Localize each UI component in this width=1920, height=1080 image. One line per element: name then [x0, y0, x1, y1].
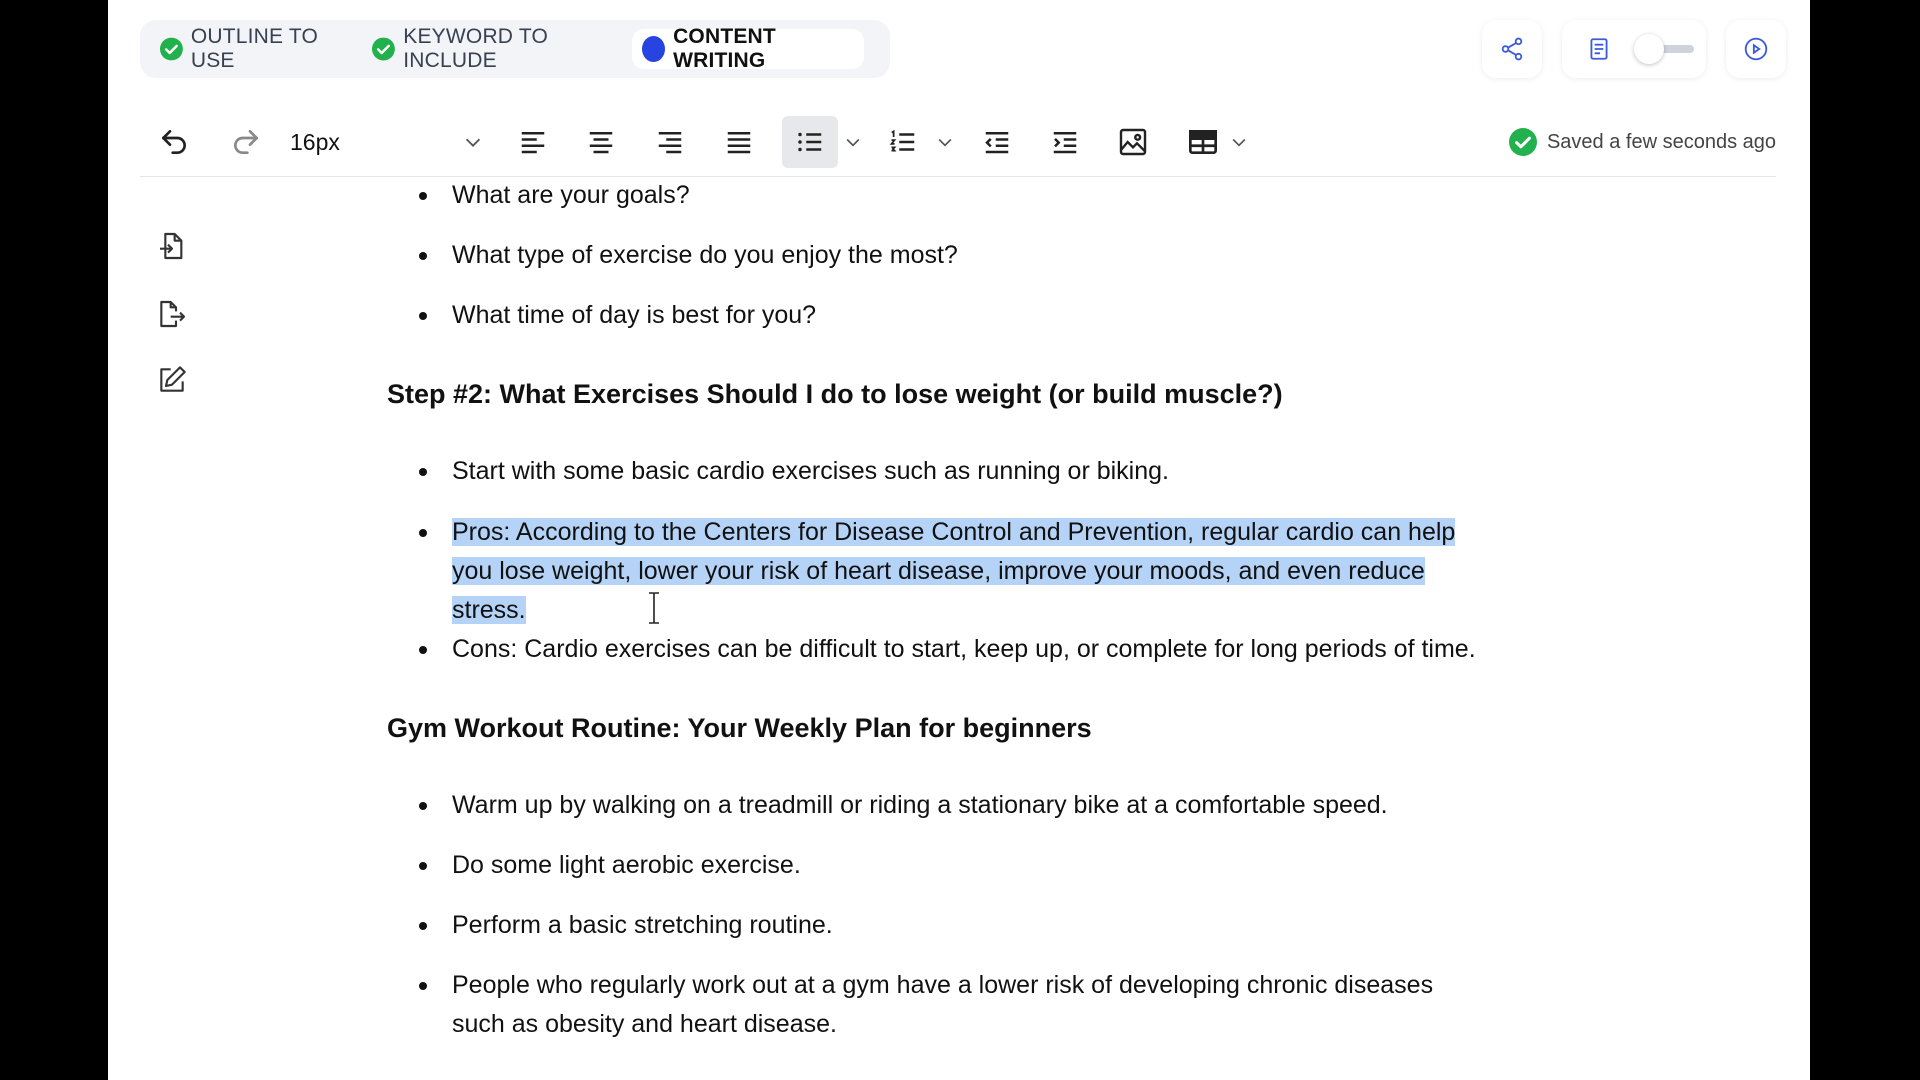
bullet: [419, 802, 427, 810]
list-item: What time of day is best for you?: [387, 296, 1587, 335]
import-icon[interactable]: [156, 230, 188, 262]
check-circle-icon: [1508, 128, 1537, 156]
list-item: What type of exercise do you enjoy the m…: [387, 236, 1587, 275]
view-toggle[interactable]: [1634, 34, 1694, 64]
chevron-down-icon: [938, 138, 952, 147]
font-size-value: 16px: [290, 128, 340, 155]
section-heading: Step #2: What Exercises Should I do to l…: [387, 379, 1283, 409]
align-right-button[interactable]: [647, 116, 693, 168]
formatting-toolbar: 16px Saved a few seconds ago: [140, 112, 1776, 177]
bullet: [419, 529, 427, 537]
step-content-writing[interactable]: CONTENT WRITING: [632, 25, 864, 72]
share-icon: [1501, 37, 1523, 61]
step-label: KEYWORD TO INCLUDE: [403, 25, 549, 72]
check-circle-icon: [160, 37, 183, 61]
list-item: Warm up by walking on a treadmill or rid…: [387, 786, 1587, 825]
numbered-list-dropdown[interactable]: [932, 116, 958, 168]
list-item: Start with some basic cardio exercises s…: [387, 452, 1587, 491]
view-toggle-group: [1562, 20, 1706, 78]
undo-button[interactable]: [150, 116, 198, 168]
font-size-select[interactable]: 16px: [290, 116, 484, 168]
align-left-icon: [521, 132, 545, 154]
editor-page: OUTLINE TO USE KEYWORD TO INCLUDE CONTEN…: [108, 0, 1810, 1080]
text-cursor-icon: [649, 592, 659, 624]
selected-text: Pros: According to the Centers for Disea…: [452, 518, 1456, 546]
list-item: People who regularly work out at a gym h…: [387, 966, 1587, 1044]
chevron-down-icon: [465, 138, 481, 147]
bullet: [419, 312, 427, 320]
redo-button[interactable]: [222, 116, 270, 168]
table-dropdown[interactable]: [1226, 116, 1252, 168]
active-dot-icon: [642, 36, 666, 62]
outdent-icon: [985, 132, 1009, 154]
bullet: [419, 922, 427, 930]
step-label: CONTENT WRITING: [673, 25, 776, 72]
indent-icon: [1053, 132, 1077, 154]
save-status: Saved a few seconds ago: [1508, 120, 1776, 164]
toggle-knob: [1634, 34, 1664, 64]
chevron-down-icon: [846, 138, 860, 147]
numbered-list-icon: [889, 129, 915, 152]
outdent-button[interactable]: [974, 116, 1020, 168]
align-justify-button[interactable]: [716, 116, 762, 168]
bullet: [419, 646, 427, 654]
check-circle-icon: [372, 37, 396, 61]
step-keyword[interactable]: KEYWORD TO INCLUDE: [372, 25, 618, 72]
steps-bar: OUTLINE TO USE KEYWORD TO INCLUDE CONTEN…: [140, 20, 890, 78]
image-icon: [1119, 128, 1147, 156]
bullet-list-dropdown[interactable]: [840, 116, 866, 168]
edit-icon[interactable]: [156, 364, 188, 396]
align-center-button[interactable]: [578, 116, 624, 168]
play-icon: [1744, 37, 1768, 61]
bullet-list-icon: [798, 132, 822, 152]
share-button[interactable]: [1482, 20, 1542, 78]
bullet: [419, 252, 427, 260]
saved-text: Saved a few seconds ago: [1546, 130, 1776, 153]
align-justify-icon: [727, 132, 751, 154]
chevron-down-icon: [1232, 138, 1246, 147]
align-center-icon: [589, 132, 613, 154]
play-button[interactable]: [1726, 20, 1786, 78]
table-icon: [1189, 130, 1217, 154]
bullet: [419, 468, 427, 476]
list-item-selected: Pros: According to the Centers for Disea…: [387, 513, 1587, 630]
indent-button[interactable]: [1042, 116, 1088, 168]
list-item: What are your goals?: [387, 176, 1587, 215]
insert-image-button[interactable]: [1110, 116, 1156, 168]
bullet: [419, 982, 427, 990]
insert-table-button[interactable]: [1180, 116, 1226, 168]
bullet: [419, 862, 427, 870]
list-item: Cons: Cardio exercises can be difficult …: [387, 630, 1587, 669]
redo-icon: [234, 130, 258, 154]
section-heading: Gym Workout Routine: Your Weekly Plan fo…: [387, 713, 1092, 743]
step-outline[interactable]: OUTLINE TO USE: [160, 25, 346, 72]
bullet: [419, 192, 427, 200]
bullet-list-button[interactable]: [782, 116, 838, 168]
export-icon[interactable]: [156, 298, 188, 330]
step-label: OUTLINE TO USE: [190, 25, 319, 72]
list-item: Perform a basic stretching routine.: [387, 906, 1587, 945]
align-right-icon: [658, 132, 682, 154]
align-left-button[interactable]: [510, 116, 556, 168]
selected-text: stress.: [452, 596, 526, 624]
selected-text: you lose weight, lower your risk of hear…: [452, 557, 1425, 585]
list-item: Do some light aerobic exercise.: [387, 846, 1587, 885]
document-icon[interactable]: [1586, 36, 1612, 62]
numbered-list-button[interactable]: [880, 116, 926, 168]
undo-icon: [162, 130, 186, 154]
